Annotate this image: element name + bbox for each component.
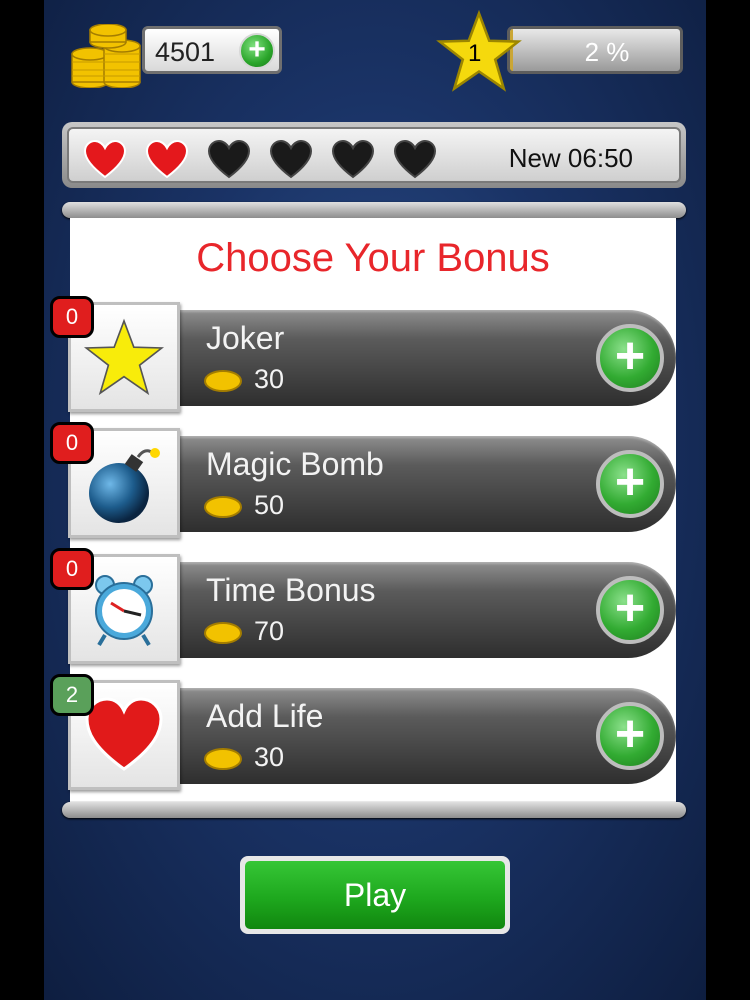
- panel-bottom-rail: [62, 802, 686, 818]
- coin-icon: [204, 622, 242, 644]
- heart-icon: [85, 697, 163, 771]
- bonus-cost: 50: [254, 490, 285, 520]
- bonus-name: Joker: [206, 320, 285, 356]
- bonus-row-add-life[interactable]: Add Life 30 + 2: [50, 674, 676, 804]
- coin-balance: 4501: [155, 37, 216, 67]
- level-number: 1: [468, 40, 482, 67]
- life-heart-empty-icon: [393, 139, 437, 179]
- bonus-cost: 30: [254, 364, 285, 394]
- add-time-bonus-button[interactable]: +: [596, 576, 664, 644]
- bonus-bar[interactable]: Magic Bomb 50 +: [176, 436, 676, 532]
- life-heart-empty-icon: [207, 139, 251, 179]
- life-heart-empty-icon: [269, 139, 313, 179]
- buy-coins-button[interactable]: +: [239, 33, 275, 69]
- panel-title: Choose Your Bonus: [196, 236, 550, 280]
- bonus-panel: Choose Your Bonus Joker 30 + 0 Magic Bom…: [50, 218, 676, 804]
- bonus-cost: 70: [254, 616, 285, 646]
- coin-counter: 4501 +: [142, 26, 282, 74]
- bonus-count-badge: 0: [50, 548, 94, 590]
- bonus-cost: 30: [254, 742, 285, 772]
- bonus-name: Add Life: [206, 698, 324, 734]
- bonus-bar[interactable]: Time Bonus 70 +: [176, 562, 676, 658]
- bonus-count-badge: 0: [50, 296, 94, 338]
- bonus-bar[interactable]: Add Life 30 +: [176, 688, 676, 784]
- bomb-icon: [89, 448, 160, 523]
- life-heart-full-icon: [145, 139, 189, 179]
- bonus-row-magic-bomb[interactable]: Magic Bomb 50 + 0: [50, 422, 676, 552]
- alarm-clock-icon: [95, 575, 153, 647]
- bonus-count-badge: 0: [50, 422, 94, 464]
- game-screen: 4501 + 2 % 1 New 06:50 Choose Your Bonus…: [44, 0, 706, 1000]
- bonus-bar[interactable]: Joker 30 +: [176, 310, 676, 406]
- play-button[interactable]: Play: [240, 856, 510, 934]
- progress-text: 2 %: [584, 37, 630, 67]
- bonus-name: Magic Bomb: [206, 446, 384, 482]
- bonus-row-joker[interactable]: Joker 30 + 0: [50, 296, 676, 426]
- coin-icon: [204, 748, 242, 770]
- life-heart-full-icon: [83, 139, 127, 179]
- lives-bar: New 06:50: [62, 122, 686, 188]
- level-progress-bar: 2 %: [507, 26, 683, 74]
- new-life-timer: New 06:50: [508, 143, 633, 173]
- coin-stack-icon: [71, 24, 141, 88]
- panel-top-rail: [62, 202, 686, 218]
- bonus-name: Time Bonus: [206, 572, 376, 608]
- lives-inner: New 06:50: [67, 127, 681, 183]
- add-joker-button[interactable]: +: [596, 324, 664, 392]
- bonus-row-time-bonus[interactable]: Time Bonus 70 + 0: [50, 548, 676, 678]
- coin-icon: [204, 370, 242, 392]
- add-life-button[interactable]: +: [596, 702, 664, 770]
- coin-icon: [204, 496, 242, 518]
- play-button-label: Play: [245, 861, 505, 929]
- life-heart-empty-icon: [331, 139, 375, 179]
- bonus-count-badge: 2: [50, 674, 94, 716]
- add-magic-bomb-button[interactable]: +: [596, 450, 664, 518]
- star-icon: [83, 318, 165, 396]
